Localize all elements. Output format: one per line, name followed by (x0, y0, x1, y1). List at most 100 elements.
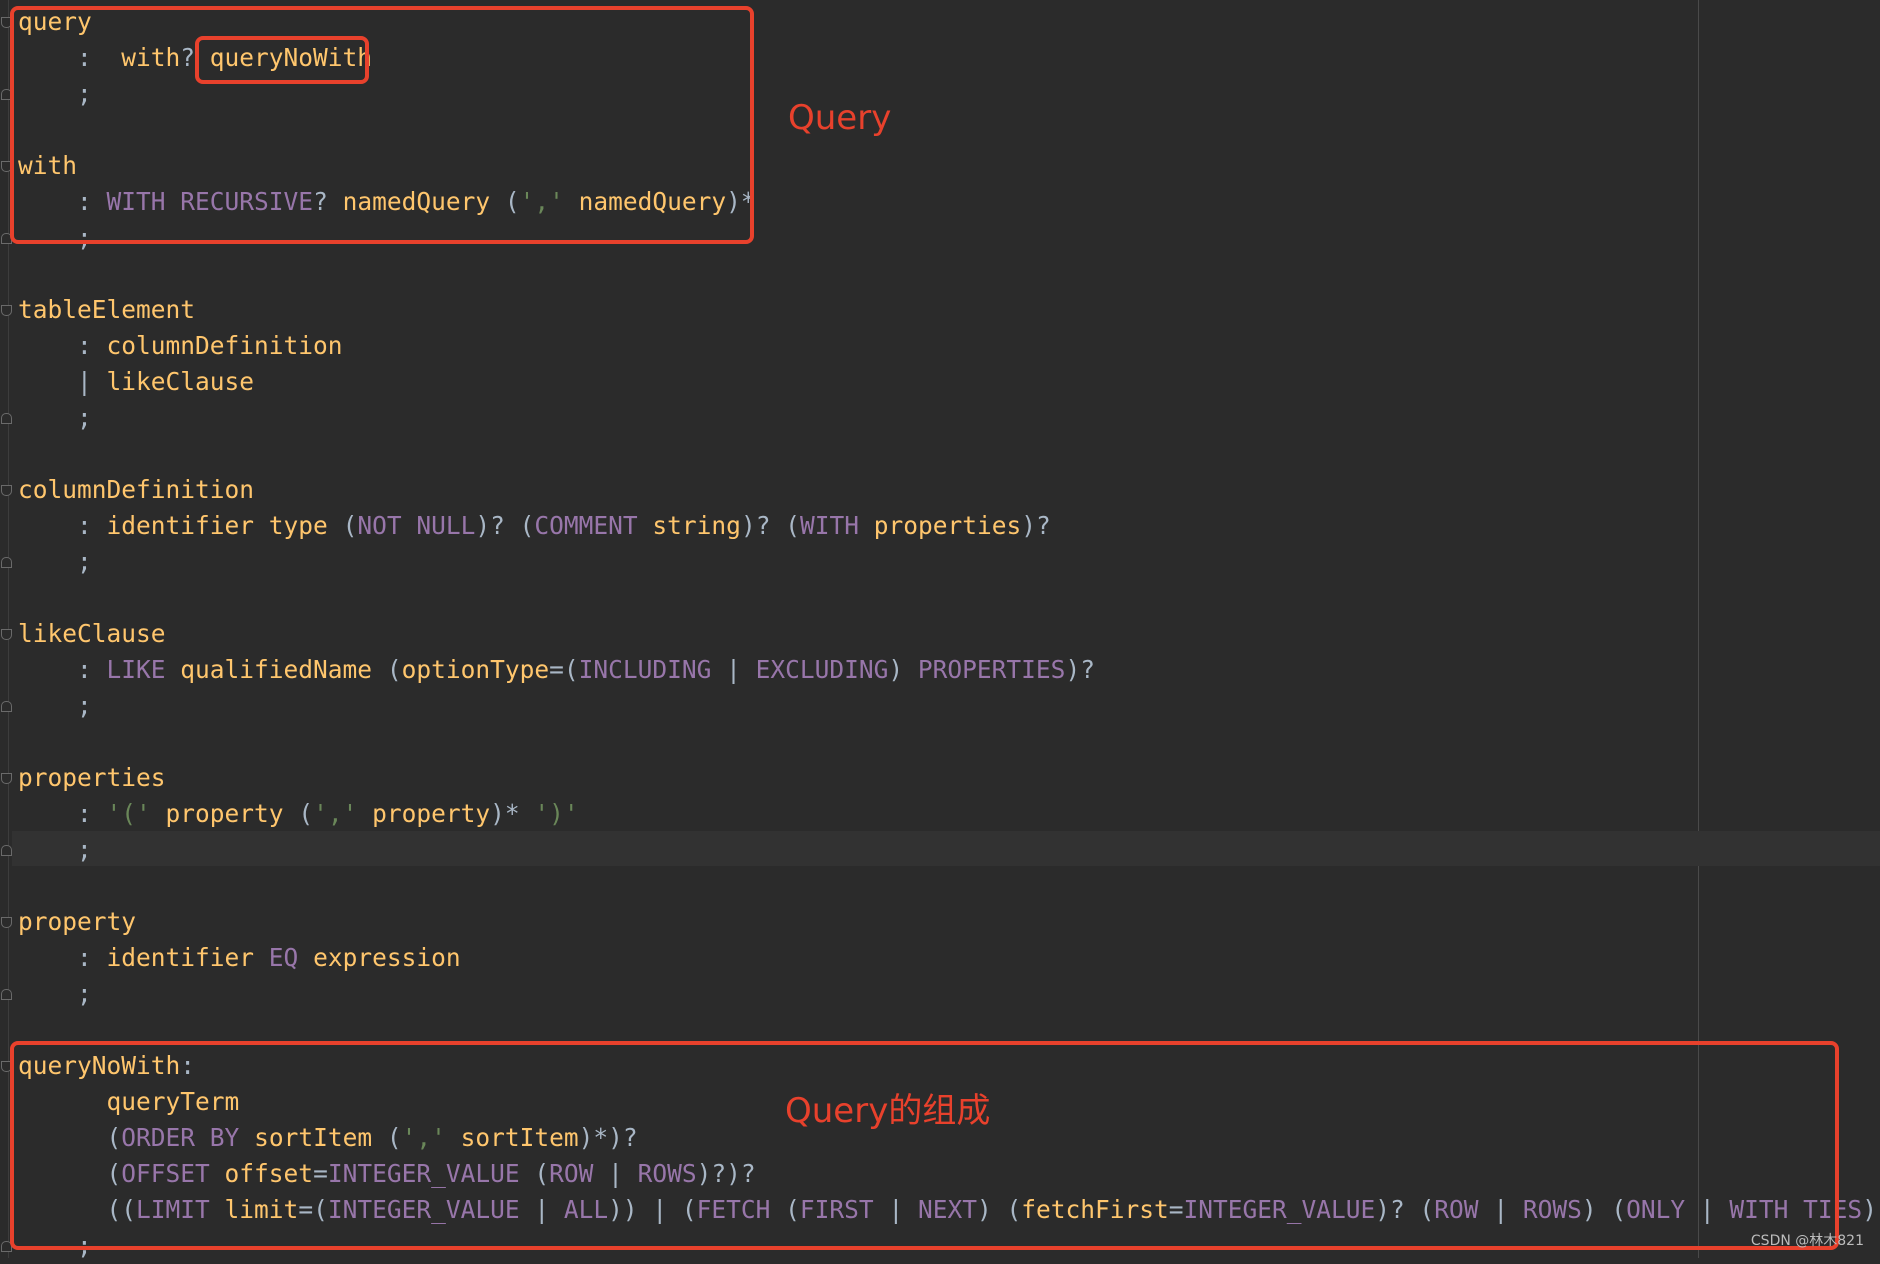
punctuation-token: : (18, 187, 107, 216)
keyword-token: INCLUDING (578, 655, 712, 684)
punctuation-token: )* (726, 187, 756, 216)
keyword-token: OFFSET (121, 1159, 210, 1188)
punctuation-token: )* (490, 799, 535, 828)
punctuation-token: : (18, 331, 107, 360)
rule-name-token: sortItem (460, 1123, 579, 1152)
fold-open-icon[interactable] (1, 773, 12, 784)
code-line: ; (18, 832, 92, 868)
rule-name-token: properties (873, 511, 1022, 540)
fold-open-icon[interactable] (1, 917, 12, 928)
keyword-token: TIES (1803, 1195, 1863, 1224)
fold-close-icon[interactable] (1, 1241, 12, 1252)
rule-name-token: columnDefinition (18, 475, 255, 504)
keyword-token: FETCH (696, 1195, 771, 1224)
query-composition-annotation: Query的组成 (785, 1091, 991, 1131)
fold-open-icon[interactable] (1, 161, 12, 172)
fold-close-icon[interactable] (1, 233, 12, 244)
fold-close-icon[interactable] (1, 557, 12, 568)
rule-name-token: properties (18, 763, 166, 792)
punctuation-token: ) ( (976, 1195, 1022, 1224)
code-line: ; (18, 220, 92, 256)
code-line: queryNoWith: (18, 1048, 195, 1084)
keyword-token: EQ (268, 943, 299, 972)
punctuation-token: | (711, 655, 756, 684)
keyword-token: ONLY (1626, 1195, 1686, 1224)
punctuation-token (1788, 1195, 1803, 1224)
punctuation-token: | (593, 1159, 638, 1188)
punctuation-token: = (1168, 1195, 1184, 1224)
fold-open-icon[interactable] (1, 17, 12, 28)
keyword-token: BY (209, 1123, 240, 1152)
fold-close-icon[interactable] (1, 89, 12, 100)
keyword-token: EXCLUDING (755, 655, 889, 684)
punctuation-token (166, 187, 181, 216)
string-token: ',' (519, 187, 564, 216)
rule-name-token: offset (224, 1159, 314, 1188)
punctuation-token: )) | ( (608, 1195, 697, 1224)
punctuation-token: ; (18, 979, 92, 1008)
fold-close-icon[interactable] (1, 701, 12, 712)
rule-name-token: queryNoWith (209, 43, 373, 72)
code-line: properties (18, 760, 166, 796)
rule-name-token: sortItem (254, 1123, 373, 1152)
punctuation-token: ? (313, 187, 343, 216)
punctuation-token: )? (1021, 511, 1051, 540)
code-line: : '(' property (',' property)* ')' (18, 796, 579, 832)
punctuation-token: | (1685, 1195, 1730, 1224)
keyword-token: INTEGER_VALUE (327, 1159, 520, 1188)
fold-open-icon[interactable] (1, 305, 12, 316)
keyword-token: INTEGER_VALUE (327, 1195, 520, 1224)
punctuation-token: (( (18, 1195, 137, 1224)
fold-close-icon[interactable] (1, 413, 12, 424)
code-line: columnDefinition (18, 472, 254, 508)
fold-open-icon[interactable] (1, 629, 12, 640)
punctuation-token (151, 799, 166, 828)
code-line: property (18, 904, 136, 940)
punctuation-token: : (18, 799, 107, 828)
keyword-token: WITH (799, 511, 859, 540)
rule-name-token: queryNoWith (18, 1051, 181, 1080)
fold-open-icon[interactable] (1, 485, 12, 496)
code-editor[interactable]: query : with? queryNoWith ; with : WITH R… (0, 0, 1880, 1260)
string-token: ',' (401, 1123, 446, 1152)
keyword-token: ORDER (121, 1123, 196, 1152)
rule-name-token: columnDefinition (106, 331, 343, 360)
punctuation-token: ) (888, 655, 918, 684)
rule-name-token: expression (313, 943, 461, 972)
code-line: with (18, 148, 77, 184)
rule-name-token: tableElement (18, 295, 196, 324)
keyword-token: INTEGER_VALUE (1183, 1195, 1376, 1224)
code-line: likeClause (18, 616, 166, 652)
rule-name-token: namedQuery (342, 187, 491, 216)
code-line: query (18, 4, 92, 40)
keyword-token: PROPERTIES (917, 655, 1066, 684)
punctuation-token (859, 511, 874, 540)
punctuation-token: ( (283, 799, 314, 828)
code-line: : WITH RECURSIVE? namedQuery (',' namedQ… (18, 184, 756, 220)
punctuation-token: : (18, 511, 107, 540)
fold-close-icon[interactable] (1, 989, 12, 1000)
punctuation-token: = (313, 1159, 328, 1188)
punctuation-token (254, 511, 269, 540)
current-line-highlight (12, 831, 1880, 866)
punctuation-token: ( (372, 1123, 402, 1152)
punctuation-token: ; (18, 223, 92, 252)
query-annotation: Query (788, 98, 892, 138)
fold-open-icon[interactable] (1, 1061, 12, 1072)
string-token: ')' (534, 799, 579, 828)
keyword-token: NOT (357, 511, 402, 540)
punctuation-token: )?)? (696, 1159, 756, 1188)
rule-name-token: likeClause (18, 619, 166, 648)
keyword-token: ROW (549, 1159, 594, 1188)
string-token: ',' (313, 799, 358, 828)
fold-close-icon[interactable] (1, 845, 12, 856)
punctuation-token: ? (180, 43, 210, 72)
rule-name-token: with (18, 151, 78, 180)
code-line: queryTerm (18, 1084, 240, 1120)
code-line: : identifier EQ expression (18, 940, 461, 976)
keyword-token: LIKE (106, 655, 166, 684)
punctuation-token: | (18, 367, 107, 396)
punctuation-token: )))? (1862, 1195, 1880, 1224)
punctuation-token (239, 1123, 254, 1152)
code-line: ; (18, 1228, 92, 1264)
